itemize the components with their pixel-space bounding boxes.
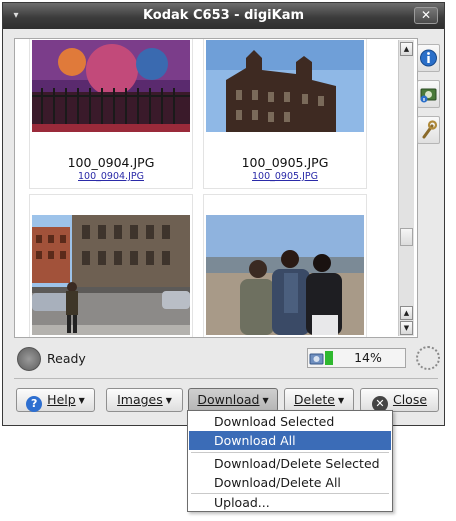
thumbnail-subname: 100_0905.JPG (252, 171, 318, 182)
wrench-icon (422, 120, 438, 139)
chevron-down-icon: ▼ (165, 396, 172, 405)
camera-info-button[interactable] (417, 80, 440, 108)
photo-preview (206, 215, 364, 335)
camera-status-icon (17, 347, 41, 371)
help-button-label: Help (47, 392, 76, 407)
download-button-label: Download (197, 392, 260, 407)
download-button[interactable]: Download ▼ (188, 388, 278, 412)
progress-bar-fill (325, 351, 333, 365)
menu-item-download-selected[interactable]: Download Selected (189, 412, 391, 431)
photo-preview (206, 40, 364, 132)
window-close-icon[interactable]: ✕ (414, 7, 438, 24)
busy-spinner-icon (416, 346, 440, 370)
thumbnail-view[interactable]: 100_0904.JPG 100_0904.JPG 100_0905.JPG 1… (14, 38, 418, 338)
delete-button[interactable]: Delete ▼ (284, 388, 354, 412)
scroll-down-button[interactable]: ▼ (400, 321, 413, 335)
download-menu: Download Selected Download All Download/… (187, 410, 393, 512)
thumbnail-scrollbar[interactable]: ▲ ▲ ▼ (398, 40, 414, 336)
chevron-down-icon: ▼ (262, 396, 269, 405)
thumbnail-item[interactable] (29, 194, 193, 337)
window-title: Kodak C653 - digiKam (142, 8, 305, 23)
scroll-up-button[interactable]: ▲ (400, 42, 413, 56)
thumbnail-subname: 100_0904.JPG (78, 171, 144, 182)
scroll-thumb[interactable] (400, 228, 413, 246)
info-icon (420, 49, 437, 67)
window-menu-icon[interactable]: ▾ (9, 9, 23, 23)
menu-item-download-delete-selected[interactable]: Download/Delete Selected (189, 454, 391, 473)
scroll-up-button[interactable]: ▲ (400, 306, 413, 320)
title-bar[interactable]: ▾ Kodak C653 - digiKam ✕ (3, 3, 444, 29)
images-button-label: Images (117, 392, 163, 407)
help-icon: ? (26, 396, 43, 412)
thumbnail-item[interactable] (203, 194, 367, 337)
settings-button[interactable] (417, 116, 440, 144)
close-button[interactable]: ✕ Close (360, 388, 439, 412)
chevron-down-icon: ▼ (78, 396, 85, 405)
menu-separator (191, 452, 389, 453)
menu-item-upload[interactable]: Upload... (189, 493, 391, 512)
thumbnail-filename: 100_0904.JPG (67, 155, 155, 170)
menu-item-download-delete-all[interactable]: Download/Delete All (189, 473, 391, 492)
thumbnail-filename: 100_0905.JPG (241, 155, 329, 170)
thumbnail-item[interactable]: 100_0905.JPG 100_0905.JPG (203, 39, 367, 189)
separator (14, 378, 438, 379)
close-button-label: Close (392, 392, 428, 407)
progress-percent: 14% (354, 350, 382, 365)
item-properties-button[interactable] (417, 44, 440, 72)
photo-preview (32, 40, 190, 132)
status-text: Ready (47, 351, 86, 366)
camera-info-icon (420, 88, 437, 103)
photo-preview (32, 215, 190, 335)
camera-icon (309, 353, 324, 365)
chevron-down-icon: ▼ (337, 396, 345, 405)
images-button[interactable]: Images ▼ (106, 388, 183, 412)
menu-item-download-all[interactable]: Download All (189, 431, 391, 450)
download-progress: 14% (307, 348, 406, 368)
thumbnail-item[interactable]: 100_0904.JPG 100_0904.JPG (29, 39, 193, 189)
delete-button-label: Delete (293, 392, 335, 407)
help-button[interactable]: ? Help ▼ (16, 388, 95, 412)
